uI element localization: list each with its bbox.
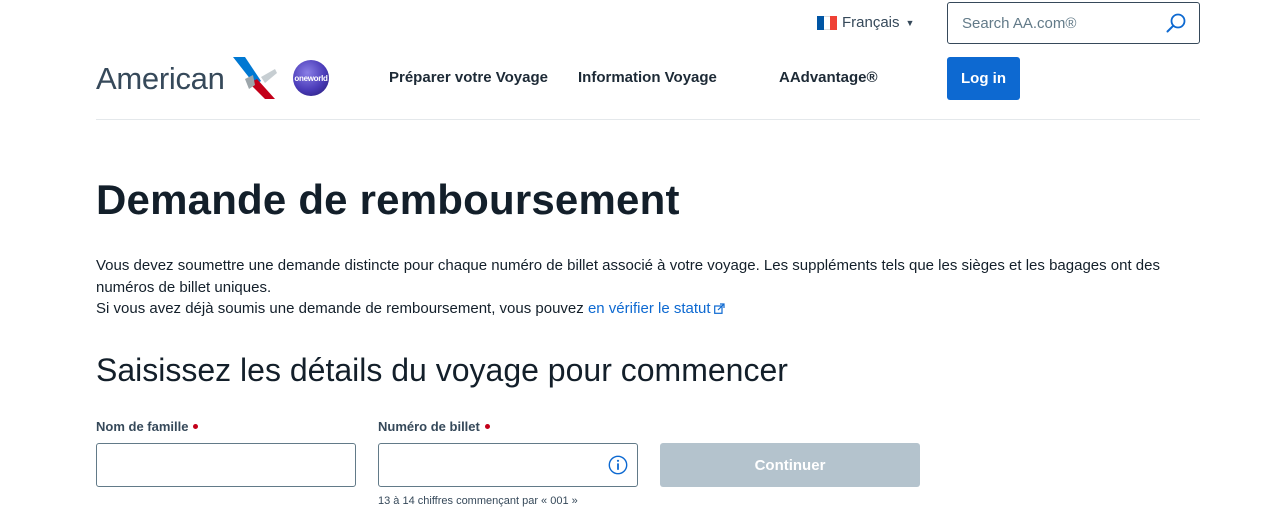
france-flag-icon: [817, 15, 838, 30]
ticket-number-label: Numéro de billet: [378, 419, 490, 434]
search-input[interactable]: [948, 3, 1165, 43]
language-selector[interactable]: Français ▼: [817, 14, 914, 31]
required-indicator-icon: [193, 424, 199, 429]
check-status-link-text: en vérifier le statut: [587, 300, 711, 317]
status-sentence: Si vous avez déjà soumis une demande de …: [96, 298, 1186, 320]
last-name-input[interactable]: [97, 444, 355, 486]
nav-travel-information[interactable]: Information Voyage: [578, 69, 717, 86]
american-wordmark[interactable]: American: [96, 61, 225, 97]
info-icon[interactable]: [608, 455, 628, 475]
header-divider: [96, 119, 1200, 120]
last-name-label: Nom de famille: [96, 419, 199, 434]
status-sentence-text: Si vous avez déjà soumis une demande de …: [96, 300, 588, 317]
last-name-label-text: Nom de famille: [96, 419, 189, 434]
required-indicator-icon: [484, 424, 490, 429]
login-button[interactable]: Log in: [947, 57, 1020, 100]
check-status-link[interactable]: en vérifier le statut: [588, 300, 725, 317]
caret-down-icon: ▼: [905, 17, 915, 28]
flight-symbol-logo-icon: [233, 57, 277, 99]
language-label: Français: [842, 14, 900, 31]
search-icon[interactable]: [1165, 12, 1187, 34]
last-name-field-wrapper: [96, 443, 356, 487]
form-title: Saisissez les détails du voyage pour com…: [96, 352, 788, 388]
ticket-number-label-text: Numéro de billet: [378, 419, 480, 434]
ticket-number-field-wrapper: [378, 443, 638, 487]
search-box: [947, 2, 1200, 44]
ticket-number-hint: 13 à 14 chiffres commençant par « 001 »: [378, 495, 578, 507]
nav-plan-travel[interactable]: Préparer votre Voyage: [389, 69, 548, 86]
nav-aadvantage[interactable]: AAdvantage®: [779, 69, 878, 86]
intro-text: Vous devez soumettre une demande distinc…: [96, 255, 1186, 320]
intro-paragraph: Vous devez soumettre une demande distinc…: [96, 257, 1160, 296]
oneworld-badge-icon: oneworld: [293, 60, 329, 96]
oneworld-badge-text: oneworld: [294, 73, 328, 83]
continue-button[interactable]: Continuer: [660, 443, 920, 487]
external-link-icon: [713, 303, 725, 314]
page-title: Demande de remboursement: [96, 176, 680, 223]
ticket-number-input[interactable]: [379, 444, 608, 486]
